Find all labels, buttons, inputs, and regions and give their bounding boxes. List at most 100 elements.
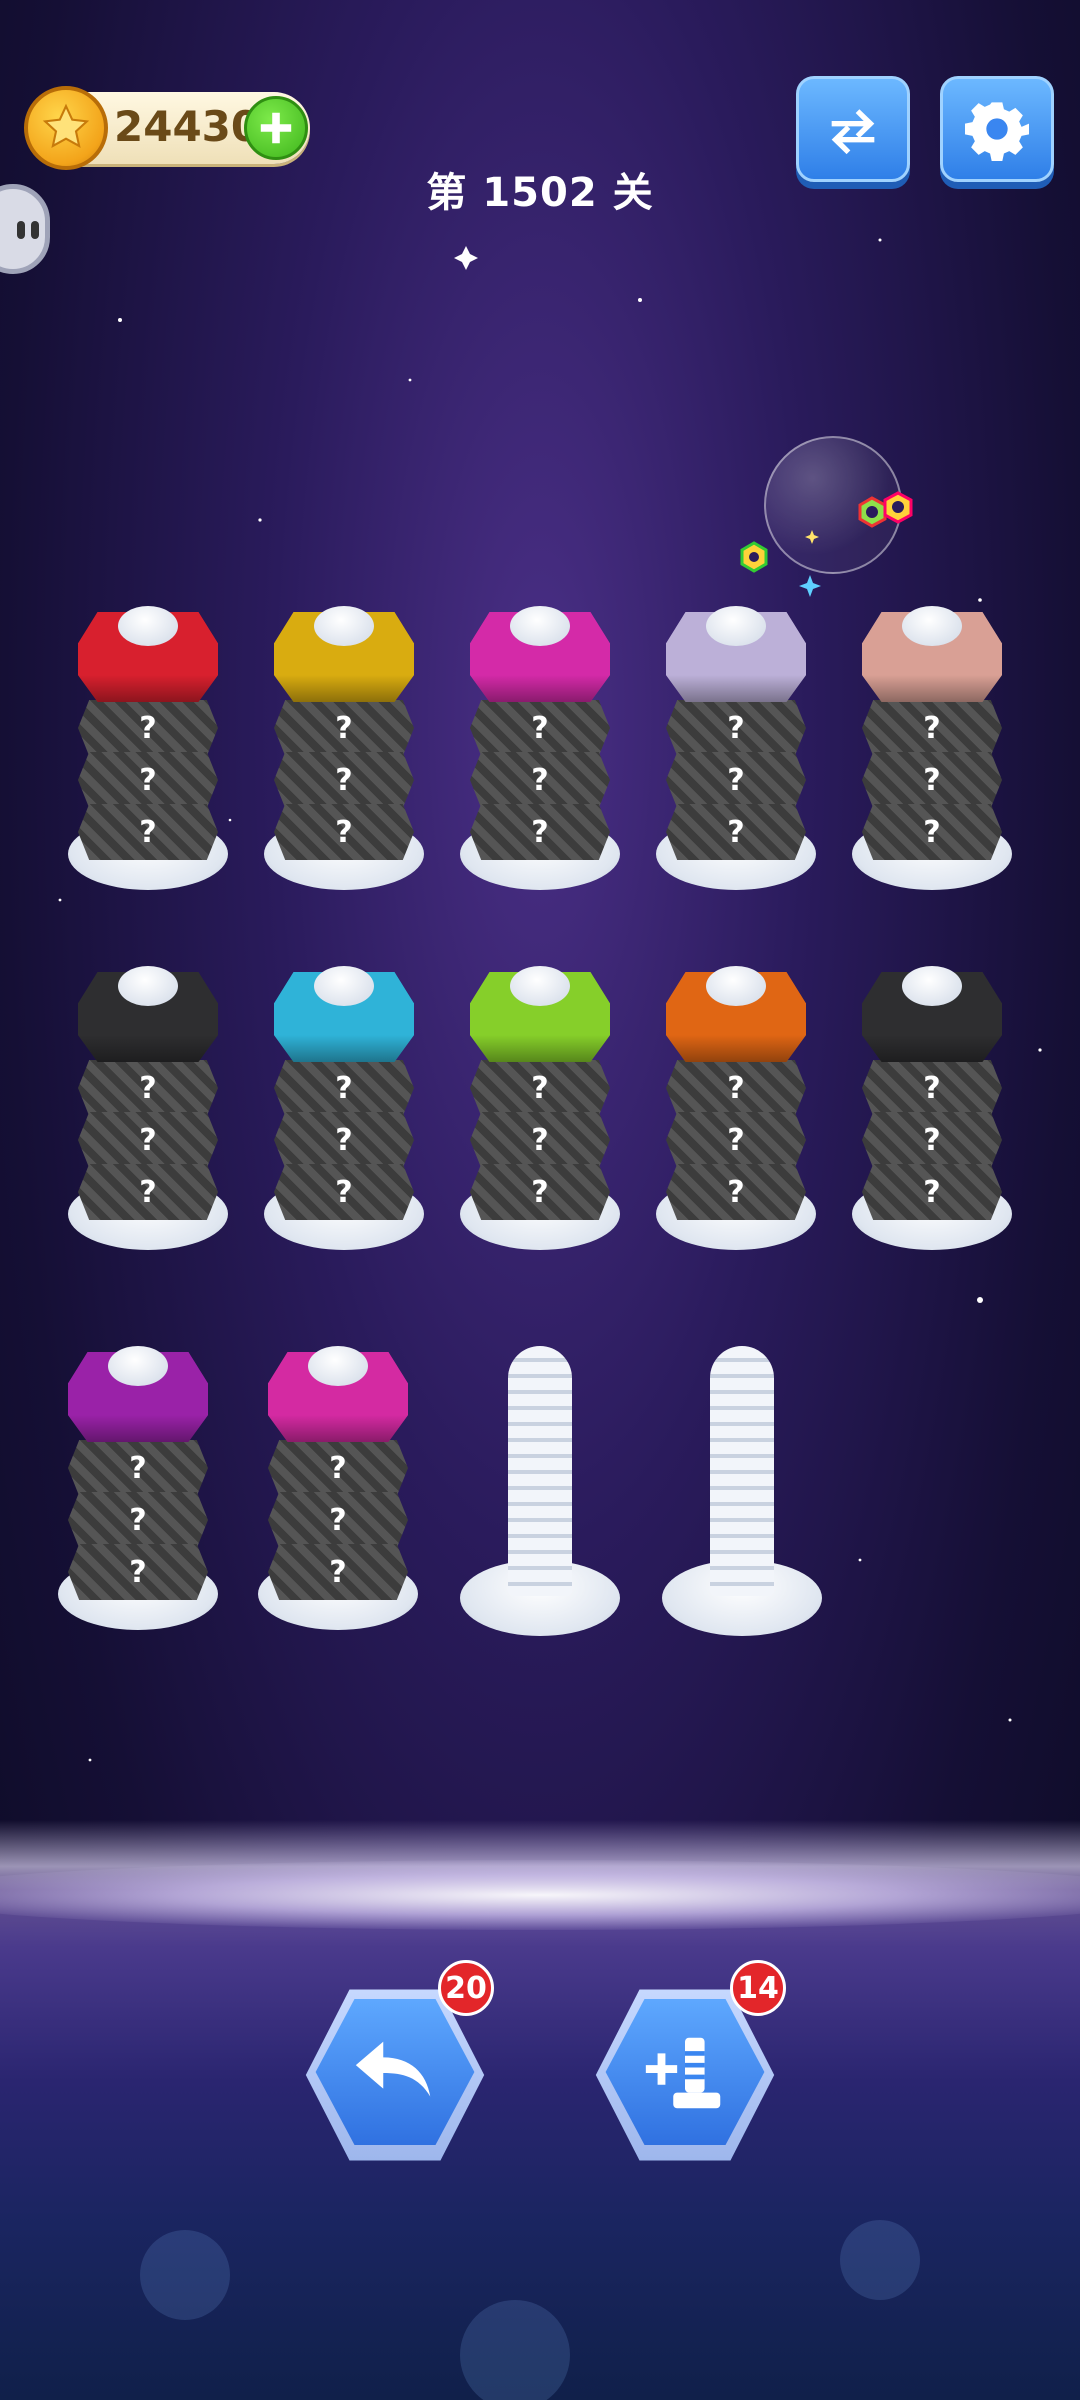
hidden-nut-mark: ? [923,762,941,798]
hidden-nut-mark: ? [139,710,157,746]
hidden-nut-mark: ? [329,1450,347,1486]
hidden-nut: ? [470,700,610,756]
empty-screw[interactable] [460,1346,620,1636]
game-screen: 24430 第 1502 关 ?????????????????????????… [0,0,1080,2400]
hidden-nut: ? [862,752,1002,808]
screw-tip [108,1346,168,1386]
side-tab-dot [31,221,39,239]
hidden-nut: ? [470,752,610,808]
hidden-nut: ? [68,1440,208,1496]
hidden-nut-mark: ? [531,762,549,798]
undo-count-badge: 20 [438,1960,494,2016]
hidden-nut: ? [862,804,1002,860]
hidden-nut: ? [666,804,806,860]
hidden-nut-mark: ? [727,1174,745,1210]
hidden-nut-mark: ? [129,1450,147,1486]
add-coins-button[interactable] [244,96,308,160]
screw-tip [706,606,766,646]
hidden-nut: ? [666,1060,806,1116]
hidden-nut: ? [68,1544,208,1600]
empty-screw[interactable] [662,1346,822,1636]
hidden-nut: ? [78,700,218,756]
hidden-nut-mark: ? [329,1502,347,1538]
screw-column[interactable]: ??? [258,1330,428,1630]
hidden-nut: ? [68,1492,208,1548]
screw-shaft [508,1346,572,1596]
hidden-nut-mark: ? [923,1070,941,1106]
screw-column[interactable]: ??? [68,590,238,890]
hidden-nut: ? [274,752,414,808]
screw-column[interactable]: ??? [460,590,630,890]
screw-tip [308,1346,368,1386]
hidden-nut: ? [666,1164,806,1220]
hidden-nut-mark: ? [531,1174,549,1210]
hidden-nut: ? [470,1164,610,1220]
hidden-nut-mark: ? [727,762,745,798]
screw-column[interactable]: ??? [68,950,238,1250]
hidden-nut-mark: ? [335,1122,353,1158]
hidden-nut-mark: ? [727,710,745,746]
hidden-nut: ? [666,700,806,756]
hidden-nut-mark: ? [335,1070,353,1106]
hidden-nut: ? [470,1112,610,1168]
screw-tip [118,966,178,1006]
hidden-nut: ? [78,1060,218,1116]
hidden-nut: ? [470,1060,610,1116]
refresh-icon [831,109,875,155]
screw-tip [510,966,570,1006]
hidden-nut: ? [274,1112,414,1168]
hidden-nut: ? [274,1164,414,1220]
bokeh-light [840,2220,920,2300]
hidden-nut-mark: ? [923,1174,941,1210]
hidden-nut-mark: ? [727,1122,745,1158]
side-tab-dot [17,221,25,239]
hidden-nut-mark: ? [329,1554,347,1590]
screw-column[interactable]: ??? [656,950,826,1250]
hidden-nut: ? [862,1164,1002,1220]
hidden-nut-mark: ? [139,814,157,850]
bokeh-light [140,2230,230,2320]
hidden-nut-mark: ? [129,1554,147,1590]
bokeh-light [460,2300,570,2400]
hidden-nut: ? [268,1492,408,1548]
plus-icon [260,112,292,144]
hidden-nut: ? [666,1112,806,1168]
hidden-nut-mark: ? [335,710,353,746]
screw-tip [118,606,178,646]
hidden-nut-mark: ? [531,814,549,850]
hidden-nut-mark: ? [139,1122,157,1158]
screw-tip [314,606,374,646]
level-title: 第 1502 关 [426,170,654,216]
side-menu-tab[interactable] [0,184,50,274]
hidden-nut: ? [78,752,218,808]
hidden-nut: ? [862,1112,1002,1168]
screw-tip [902,966,962,1006]
coin-amount: 24430 [114,102,261,151]
gear-icon [965,102,1029,161]
horizon-glow [0,1860,1080,1930]
hidden-nut-mark: ? [531,1070,549,1106]
floating-nuts-icon [740,491,913,597]
screw-column[interactable]: ??? [852,950,1022,1250]
star-coin-icon [24,86,108,170]
hidden-nut: ? [78,1164,218,1220]
settings-button[interactable] [940,76,1054,182]
screw-column[interactable]: ??? [460,950,630,1250]
screw-column[interactable]: ??? [58,1330,228,1630]
hidden-nut: ? [268,1544,408,1600]
hidden-nut-mark: ? [531,1122,549,1158]
refresh-button[interactable] [796,76,910,182]
hidden-nut-mark: ? [923,710,941,746]
screw-column[interactable]: ??? [264,590,434,890]
screw-column[interactable]: ??? [656,590,826,890]
hidden-nut-mark: ? [923,814,941,850]
hidden-nut-mark: ? [335,814,353,850]
hidden-nut-mark: ? [139,762,157,798]
undo-icon [355,2041,431,2097]
screw-column[interactable]: ??? [264,950,434,1250]
screw-tip [314,966,374,1006]
hidden-nut-mark: ? [139,1070,157,1106]
screw-tip [902,606,962,646]
screw-column[interactable]: ??? [852,590,1022,890]
hidden-nut: ? [862,700,1002,756]
